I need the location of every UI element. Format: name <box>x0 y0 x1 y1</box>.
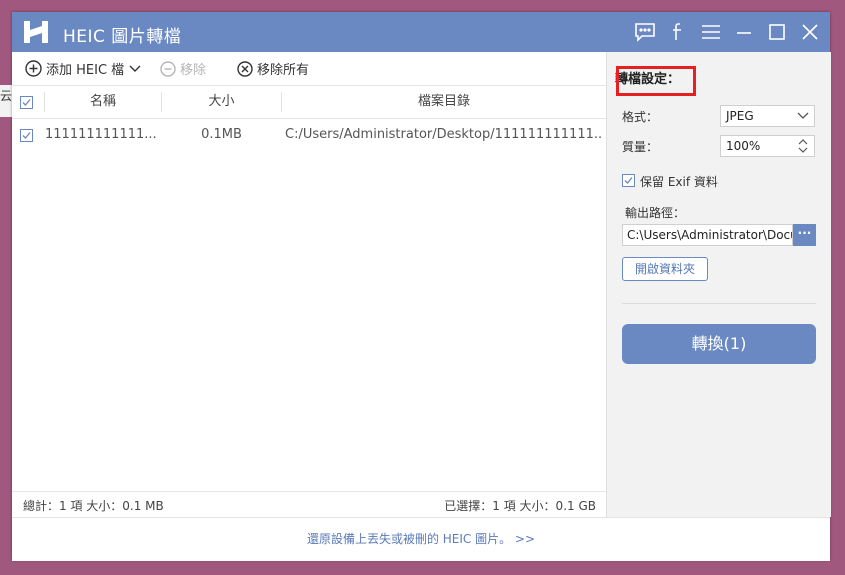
open-folder-button[interactable]: 開啟資料夾 <box>622 257 708 281</box>
convert-button[interactable]: 轉換(1) <box>622 324 816 364</box>
clear-circle-icon <box>237 60 253 77</box>
file-name-cell: 111111111111... <box>45 127 157 142</box>
selected-summary: 已選擇：1 項 大小：0.1 GB <box>444 499 596 513</box>
remove-all-label: 移除所有 <box>257 63 310 78</box>
status-bar: 總計：1 項 大小：0.1 MB 已選擇：1 項 大小：0.1 GB <box>12 491 606 518</box>
add-heic-label: 添加 HEIC 檔 <box>46 63 125 78</box>
select-all-checkbox[interactable] <box>20 96 33 109</box>
output-path-field[interactable]: C:\Users\Administrator\Docu <box>622 224 793 246</box>
quality-value: 100% <box>726 139 761 153</box>
convert-settings-pane: 轉檔設定： 格式： JPEG 質量： 100% 保留 Exif 資料 輸出路徑：… <box>606 52 831 517</box>
add-heic-button[interactable]: 添加 HEIC 檔 <box>25 59 142 78</box>
output-path-label: 輸出路徑： <box>625 206 686 220</box>
column-header-name[interactable]: 名稱 <box>45 86 161 118</box>
row-checkbox[interactable] <box>20 129 33 142</box>
highlight-box <box>616 66 696 96</box>
column-header-size[interactable]: 大小 <box>162 86 281 118</box>
add-circle-icon <box>25 60 42 77</box>
menu-icon[interactable] <box>698 20 723 44</box>
quality-label: 質量： <box>622 140 659 154</box>
browse-button[interactable]: ··· <box>793 224 816 246</box>
facebook-icon[interactable] <box>665 20 690 44</box>
app-window: HEIC 圖片轉檔 添加 HEIC 檔 移除 移除所有 名稱 大小 檔案目錄 1… <box>12 12 831 561</box>
divider <box>622 303 816 304</box>
remove-label: 移除 <box>180 63 207 78</box>
table-row[interactable]: 111111111111... 0.1MB C:/Users/Administr… <box>12 119 606 151</box>
file-list-pane: 添加 HEIC 檔 移除 移除所有 名稱 大小 檔案目錄 11111111111… <box>12 52 606 517</box>
stepper-arrows-icon[interactable] <box>797 138 809 154</box>
minimize-icon[interactable] <box>731 20 756 44</box>
app-logo-icon <box>24 21 48 43</box>
chevron-down-icon[interactable] <box>128 64 142 74</box>
desktop-edge-glyph: 云 <box>0 85 12 117</box>
remove-all-button[interactable]: 移除所有 <box>237 59 309 78</box>
close-icon[interactable] <box>797 20 822 44</box>
remove-button[interactable]: 移除 <box>160 59 206 78</box>
keep-exif-label[interactable]: 保留 Exif 資料 <box>640 173 718 190</box>
file-toolbar: 添加 HEIC 檔 移除 移除所有 <box>12 52 606 86</box>
feedback-icon[interactable] <box>632 20 657 44</box>
title-bar: HEIC 圖片轉檔 <box>12 12 830 52</box>
file-directory-cell: C:/Users/Administrator/Desktop/111111111… <box>285 127 603 142</box>
check-icon <box>22 132 31 139</box>
format-select[interactable]: JPEG <box>720 105 815 127</box>
app-title: HEIC 圖片轉檔 <box>63 27 182 47</box>
total-summary: 總計：1 項 大小：0.1 MB <box>23 499 164 513</box>
footer-bar: 還原設備上丟失或被刪的 HEIC 圖片。 >> <box>12 517 830 561</box>
file-size-cell: 0.1MB <box>201 127 242 142</box>
table-header: 名稱 大小 檔案目錄 <box>12 86 606 119</box>
format-label: 格式： <box>622 110 659 124</box>
format-value: JPEG <box>726 109 754 123</box>
recover-link[interactable]: 還原設備上丟失或被刪的 HEIC 圖片。 >> <box>307 532 535 546</box>
chevron-down-icon[interactable] <box>797 111 809 120</box>
maximize-icon[interactable] <box>764 20 789 44</box>
quality-stepper[interactable]: 100% <box>720 135 815 157</box>
check-icon <box>624 177 633 184</box>
column-header-directory[interactable]: 檔案目錄 <box>282 86 606 118</box>
remove-circle-icon <box>160 60 176 77</box>
check-icon <box>22 99 31 106</box>
keep-exif-checkbox[interactable] <box>622 174 635 187</box>
